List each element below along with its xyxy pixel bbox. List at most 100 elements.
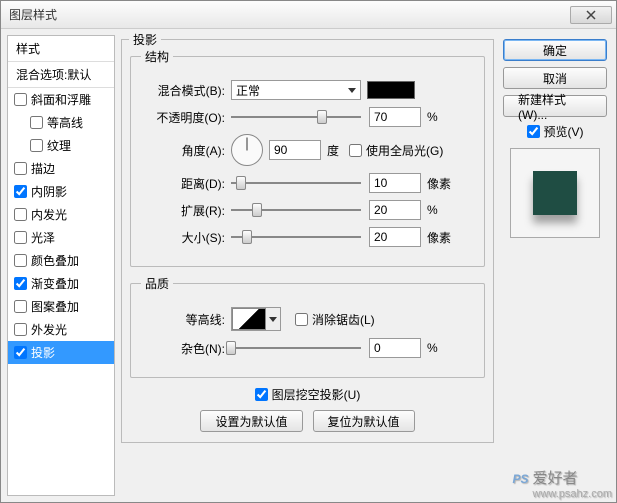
style-item[interactable]: 描边 [8,157,114,180]
style-item-checkbox[interactable] [14,254,27,267]
contour-swatch-icon [232,308,266,330]
noise-input[interactable]: 0 [369,338,421,358]
style-item[interactable]: 光泽 [8,226,114,249]
style-item-checkbox[interactable] [14,323,27,336]
global-light-checkbox[interactable]: 使用全局光(G) [349,142,443,159]
distance-unit: 像素 [427,175,451,192]
style-item[interactable]: 投影 [8,341,114,364]
style-item[interactable]: 内阴影 [8,180,114,203]
preview-input[interactable] [527,125,540,138]
noise-label: 杂色(N): [141,340,225,357]
spread-input[interactable]: 20 [369,200,421,220]
shadow-color-swatch[interactable] [367,81,415,99]
blending-options[interactable]: 混合选项:默认 [8,62,114,88]
style-item-checkbox[interactable] [30,139,43,152]
style-item[interactable]: 内发光 [8,203,114,226]
angle-unit: 度 [327,142,339,159]
style-item-checkbox[interactable] [14,93,27,106]
distance-input[interactable]: 10 [369,173,421,193]
style-item-label: 内发光 [31,206,67,223]
size-label: 大小(S): [141,229,225,246]
chevron-down-icon [348,88,356,93]
spread-unit: % [427,203,438,217]
preview-swatch [533,171,577,215]
close-button[interactable] [570,6,612,24]
structure-legend: 结构 [141,48,173,65]
quality-group: 品质 等高线: 消除锯齿(L) 杂色(N): [130,275,485,378]
settings-panel: 投影 结构 混合模式(B): 正常 不透明度(O): [121,35,494,496]
style-item-checkbox[interactable] [14,300,27,313]
styles-header[interactable]: 样式 [8,36,114,62]
distance-slider[interactable] [231,174,361,192]
knockout-checkbox[interactable]: 图层挖空投影(U) [255,386,361,403]
structure-group: 结构 混合模式(B): 正常 不透明度(O): 70 % [130,48,485,267]
angle-input[interactable]: 90 [269,140,321,160]
contour-picker[interactable] [231,307,281,331]
noise-unit: % [427,341,438,355]
opacity-input[interactable]: 70 [369,107,421,127]
distance-label: 距离(D): [141,175,225,192]
spread-slider[interactable] [231,201,361,219]
style-item-label: 纹理 [47,137,71,154]
style-item-label: 光泽 [31,229,55,246]
spread-label: 扩展(R): [141,202,225,219]
cancel-button[interactable]: 取消 [503,67,607,89]
style-item-label: 内阴影 [31,183,67,200]
noise-slider[interactable] [231,339,361,357]
antialias-checkbox[interactable]: 消除锯齿(L) [295,311,375,328]
opacity-unit: % [427,110,438,124]
angle-dial[interactable] [231,134,263,166]
watermark: PS 爱好者 www.psahz.com [513,467,613,500]
opacity-label: 不透明度(O): [141,109,225,126]
style-item-label: 渐变叠加 [31,275,79,292]
preview-box [510,148,600,238]
reset-default-button[interactable]: 复位为默认值 [313,410,415,432]
style-item[interactable]: 图案叠加 [8,295,114,318]
style-item[interactable]: 渐变叠加 [8,272,114,295]
style-item-checkbox[interactable] [14,277,27,290]
quality-legend: 品质 [141,275,173,292]
style-item-label: 外发光 [31,321,67,338]
set-default-button[interactable]: 设置为默认值 [200,410,302,432]
antialias-input[interactable] [295,313,308,326]
close-icon [586,10,596,20]
style-item-checkbox[interactable] [14,208,27,221]
style-item[interactable]: 颜色叠加 [8,249,114,272]
style-item-checkbox[interactable] [14,185,27,198]
styles-list: 样式 混合选项:默认 斜面和浮雕等高线纹理描边内阴影内发光光泽颜色叠加渐变叠加图… [7,35,115,496]
preview-checkbox[interactable]: 预览(V) [527,123,584,140]
style-item-checkbox[interactable] [14,346,27,359]
blend-mode-value: 正常 [236,82,260,99]
style-item-checkbox[interactable] [30,116,43,129]
style-item-label: 斜面和浮雕 [31,91,91,108]
size-unit: 像素 [427,229,451,246]
chevron-down-icon [266,308,280,330]
titlebar: 图层样式 [1,1,616,29]
global-light-input[interactable] [349,144,362,157]
style-item[interactable]: 纹理 [8,134,114,157]
style-item[interactable]: 等高线 [8,111,114,134]
opacity-slider[interactable] [231,108,361,126]
section-title: 投影 [129,31,161,48]
window-title: 图层样式 [9,6,57,23]
style-item-label: 图案叠加 [31,298,79,315]
layer-style-dialog: 图层样式 样式 混合选项:默认 斜面和浮雕等高线纹理描边内阴影内发光光泽颜色叠加… [0,0,617,503]
blend-mode-label: 混合模式(B): [141,82,225,99]
angle-label: 角度(A): [141,142,225,159]
new-style-button[interactable]: 新建样式(W)... [503,95,607,117]
style-item-label: 投影 [31,344,55,361]
style-item[interactable]: 外发光 [8,318,114,341]
style-item[interactable]: 斜面和浮雕 [8,88,114,111]
style-item-label: 等高线 [47,114,83,131]
size-slider[interactable] [231,228,361,246]
style-item-checkbox[interactable] [14,162,27,175]
size-input[interactable]: 20 [369,227,421,247]
style-item-label: 颜色叠加 [31,252,79,269]
right-panel: 确定 取消 新建样式(W)... 预览(V) [500,35,610,496]
style-item-label: 描边 [31,160,55,177]
style-item-checkbox[interactable] [14,231,27,244]
contour-label: 等高线: [141,311,225,328]
knockout-input[interactable] [255,388,268,401]
ok-button[interactable]: 确定 [503,39,607,61]
blend-mode-combo[interactable]: 正常 [231,80,361,100]
